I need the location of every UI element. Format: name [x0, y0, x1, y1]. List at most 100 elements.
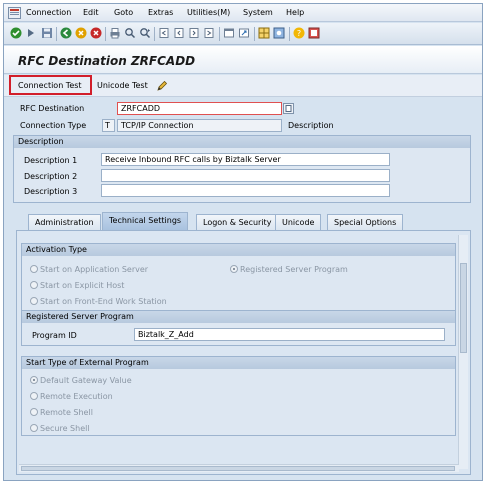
description-1-field[interactable]: Receive Inbound RFC calls by Biztalk Ser…: [101, 153, 390, 166]
connection-type-code[interactable]: T: [102, 119, 115, 132]
copy-icon[interactable]: [283, 103, 294, 114]
radio-start-on-app-server[interactable]: Start on Application Server: [30, 265, 148, 274]
sap-window: Connection Edit Goto Extras Utilities(M)…: [3, 3, 483, 481]
radio-remote-shell[interactable]: Remote Shell: [30, 408, 93, 417]
connection-type-label: Connection Type: [20, 121, 87, 130]
last-page-icon[interactable]: [203, 27, 215, 39]
radio-dot-selected: [230, 265, 238, 273]
application-toolbar: Connection Test Unicode Test: [4, 75, 482, 97]
find-icon[interactable]: [124, 27, 136, 39]
shortcut-icon[interactable]: [238, 27, 250, 39]
description-group-title: Description: [14, 136, 470, 148]
vertical-scroll-thumb[interactable]: [460, 263, 467, 353]
radio-label: Secure Shell: [40, 424, 90, 433]
program-id-field[interactable]: Biztalk_Z_Add: [134, 328, 445, 341]
back-nav-icon[interactable]: [60, 27, 72, 39]
radio-dot: [30, 297, 38, 305]
radio-dot: [30, 265, 38, 273]
menu-extras[interactable]: Extras: [148, 8, 173, 17]
tab-administration[interactable]: Administration: [28, 214, 101, 230]
description-group: Description Description 1 Receive Inboun…: [13, 135, 471, 203]
layout-icon[interactable]: [308, 27, 320, 39]
unicode-test-button[interactable]: Unicode Test: [92, 78, 153, 94]
registered-server-group: Registered Server Program Program ID Biz…: [21, 310, 456, 346]
radio-dot-selected: [30, 376, 38, 384]
new-session-icon[interactable]: [223, 27, 235, 39]
enter-arrow-icon[interactable]: [25, 27, 37, 39]
tab-special-options[interactable]: Special Options: [327, 214, 404, 230]
toolbar-separator: [154, 27, 155, 41]
menu-goto[interactable]: Goto: [114, 8, 133, 17]
radio-registered-server-program[interactable]: Registered Server Program: [230, 265, 348, 274]
tab-unicode[interactable]: Unicode: [275, 214, 322, 230]
connection-test-button[interactable]: Connection Test: [13, 78, 87, 94]
rfc-destination-label: RFC Destination: [20, 104, 85, 113]
first-page-icon[interactable]: [158, 27, 170, 39]
program-id-label: Program ID: [32, 331, 77, 340]
description-label: Description: [288, 121, 334, 130]
radio-label: Default Gateway Value: [40, 376, 132, 385]
toolbar-separator: [56, 27, 57, 41]
horizontal-scrollbar[interactable]: [19, 464, 459, 472]
toolbar-separator: [289, 27, 290, 41]
prev-page-icon[interactable]: [173, 27, 185, 39]
rfc-destination-field[interactable]: ZRFCADD: [117, 102, 282, 115]
page-title: RFC Destination ZRFCADD: [18, 54, 196, 68]
radio-label: Remote Execution: [40, 392, 113, 401]
radio-start-on-front-end[interactable]: Start on Front-End Work Station: [30, 297, 167, 306]
toolbar-separator: [105, 27, 106, 41]
menu-connection[interactable]: Connection: [26, 8, 71, 17]
radio-label: Registered Server Program: [240, 265, 348, 274]
connection-type-field: TCP/IP Connection: [117, 119, 282, 132]
description-1-label: Description 1: [24, 156, 78, 165]
radio-start-on-explicit-host[interactable]: Start on Explicit Host: [30, 281, 124, 290]
description-2-label: Description 2: [24, 172, 78, 181]
start-type-group: Start Type of External Program Default G…: [21, 356, 456, 436]
cancel-icon[interactable]: [90, 27, 102, 39]
radio-dot: [30, 408, 38, 416]
radio-label: Remote Shell: [40, 408, 93, 417]
menu-edit[interactable]: Edit: [83, 8, 99, 17]
exit-icon[interactable]: [75, 27, 87, 39]
menu-utilities[interactable]: Utilities(M): [187, 8, 230, 17]
tab-technical-settings[interactable]: Technical Settings: [102, 212, 189, 230]
customize-icon[interactable]: [273, 27, 285, 39]
radio-dot: [30, 392, 38, 400]
activation-type-title: Activation Type: [22, 244, 455, 256]
toolbar-separator: [219, 27, 220, 41]
description-3-label: Description 3: [24, 187, 78, 196]
registered-server-title: Registered Server Program: [22, 311, 455, 323]
sap-menu-icon[interactable]: [8, 7, 21, 19]
radio-label: Start on Front-End Work Station: [40, 297, 167, 306]
start-type-title: Start Type of External Program: [22, 357, 455, 369]
menu-bar: Connection Edit Goto Extras Utilities(M)…: [4, 4, 482, 22]
radio-label: Start on Explicit Host: [40, 281, 125, 290]
vertical-scrollbar[interactable]: [458, 235, 468, 469]
check-icon[interactable]: [10, 27, 22, 39]
find-next-icon[interactable]: [139, 27, 151, 39]
next-page-icon[interactable]: [188, 27, 200, 39]
save-icon[interactable]: [41, 27, 53, 39]
radio-dot: [30, 281, 38, 289]
radio-label: Start on Application Server: [40, 265, 149, 274]
print-icon[interactable]: [109, 27, 121, 39]
menu-system[interactable]: System: [243, 8, 273, 17]
radio-remote-execution[interactable]: Remote Execution: [30, 392, 113, 401]
toolbar-separator: [254, 27, 255, 41]
tab-logon-security[interactable]: Logon & Security: [196, 214, 279, 230]
standard-toolbar: ?: [4, 23, 482, 45]
screen-title-bar: RFC Destination ZRFCADD: [4, 46, 482, 74]
svg-text:?: ?: [297, 29, 301, 38]
description-2-field[interactable]: [101, 169, 390, 182]
edit-pencil-icon[interactable]: [156, 80, 168, 92]
activation-type-group: Activation Type Start on Application Ser…: [21, 243, 456, 313]
layout-grid-icon[interactable]: [258, 27, 270, 39]
radio-secure-shell[interactable]: Secure Shell: [30, 424, 90, 433]
menu-help[interactable]: Help: [286, 8, 304, 17]
horizontal-scroll-thumb[interactable]: [21, 466, 455, 471]
help-icon[interactable]: ?: [293, 27, 305, 39]
radio-default-gateway[interactable]: Default Gateway Value: [30, 376, 132, 385]
radio-dot: [30, 424, 38, 432]
technical-settings-panel: Activation Type Start on Application Ser…: [16, 230, 471, 475]
description-3-field[interactable]: [101, 184, 390, 197]
